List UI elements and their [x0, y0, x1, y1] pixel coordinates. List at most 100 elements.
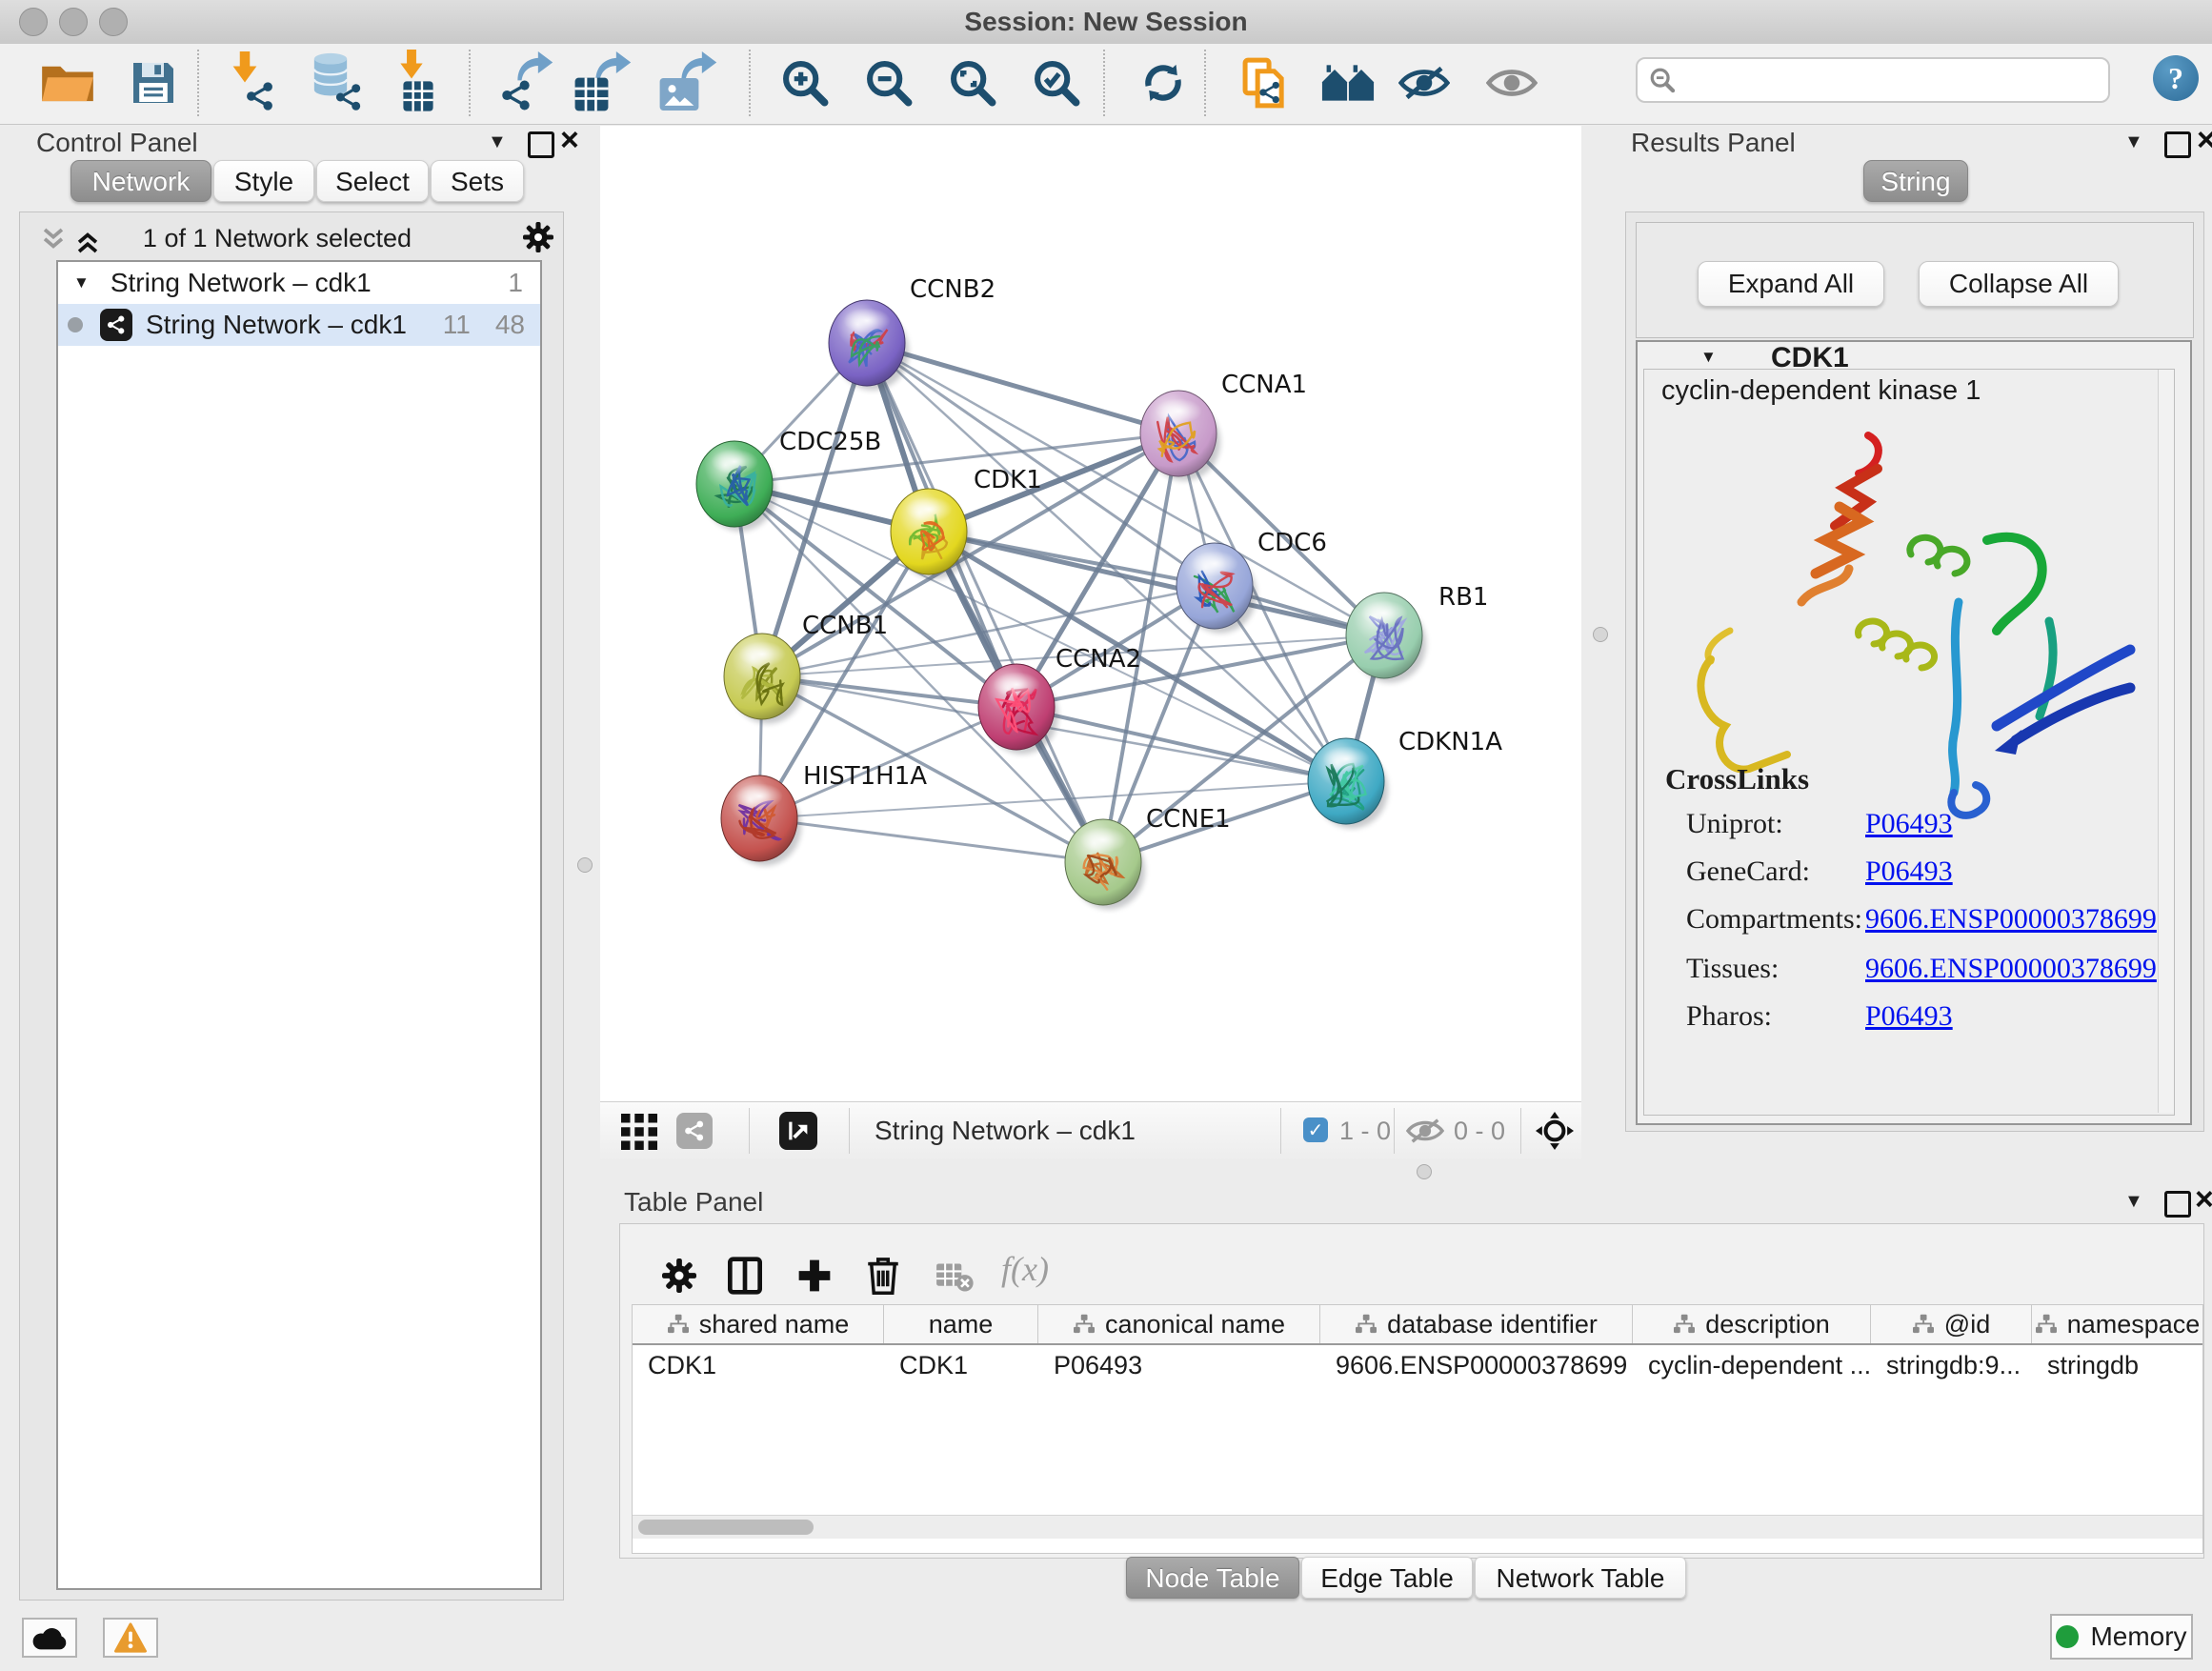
show-images-button[interactable]	[1478, 50, 1545, 116]
warnings-button[interactable]	[103, 1618, 158, 1658]
show-columns-icon[interactable]	[727, 1257, 763, 1299]
tab-select[interactable]: Select	[316, 160, 429, 202]
crosslink-uniprot-link[interactable]: P06493	[1865, 808, 1953, 840]
column-header[interactable]: canonical name	[1038, 1305, 1320, 1343]
import-table-file-button[interactable]	[385, 50, 452, 116]
network-row[interactable]: String Network – cdk1 11 48	[58, 304, 540, 346]
results-panel-menu-arrow-icon[interactable]: ▼	[2124, 131, 2143, 153]
table-panel-menu-arrow-icon[interactable]: ▼	[2124, 1191, 2143, 1213]
toolbar-search[interactable]	[1636, 57, 2110, 103]
hidden-eye-slash-icon[interactable]	[1406, 1117, 1444, 1149]
open-in-window-icon[interactable]	[779, 1112, 817, 1150]
right-splitter-handle[interactable]	[1593, 627, 1608, 642]
tab-node-table[interactable]: Node Table	[1126, 1557, 1299, 1599]
import-network-file-button[interactable]	[219, 50, 286, 116]
cell-database-identifier[interactable]: 9606.ENSP00000378699	[1320, 1345, 1633, 1381]
add-column-plus-icon[interactable]	[797, 1258, 832, 1298]
hide-labels-button[interactable]	[1391, 50, 1458, 116]
cell-name[interactable]: CDK1	[884, 1345, 1038, 1381]
table-panel-float-button[interactable]	[2164, 1191, 2191, 1218]
protein-card-scrollbar[interactable]	[2158, 370, 2174, 1113]
network-options-gear-icon[interactable]	[523, 222, 553, 257]
pan-crosshair-icon[interactable]	[1536, 1112, 1574, 1155]
cell-description[interactable]: cyclin-dependent ...	[1633, 1345, 1871, 1381]
export-network-button[interactable]	[493, 50, 560, 116]
table-row[interactable]: CDK1 CDK1 P06493 9606.ENSP00000378699 cy…	[633, 1345, 2202, 1381]
zoom-in-button[interactable]	[772, 50, 838, 116]
search-input[interactable]	[1676, 65, 2080, 96]
network-graph[interactable]: CCNB2CCNA1CDC25BCDK1CDC6RB1CCNB1CCNA2CDK…	[600, 126, 1581, 1101]
crosslink-tissues-link[interactable]: 9606.ENSP00000378699	[1865, 953, 2157, 985]
network-share-icon	[1257, 80, 1282, 110]
column-header[interactable]: shared name	[633, 1305, 884, 1343]
delete-column-trash-icon[interactable]	[866, 1255, 900, 1299]
tab-style[interactable]: Style	[213, 160, 314, 202]
scrollbar-thumb[interactable]	[638, 1520, 814, 1535]
results-panel-float-button[interactable]	[2164, 131, 2191, 158]
cell-id[interactable]: stringdb:9...	[1871, 1345, 2032, 1381]
zoom-out-button[interactable]	[855, 50, 922, 116]
crosslink-pharos-link[interactable]: P06493	[1865, 1000, 1953, 1033]
export-image-button[interactable]	[655, 50, 722, 116]
svg-text:CDK1: CDK1	[974, 466, 1042, 494]
window-title: Session: New Session	[0, 7, 2212, 37]
expand-all-chevron-icon[interactable]	[75, 226, 100, 255]
collapse-all-chevron-icon[interactable]	[41, 226, 66, 255]
column-header[interactable]: @id	[1871, 1305, 2032, 1343]
column-header[interactable]: database identifier	[1320, 1305, 1633, 1343]
question-mark-icon: ?	[2168, 61, 2183, 96]
crosslink-genecard-link[interactable]: P06493	[1865, 856, 1953, 888]
results-panel-close-button[interactable]: ×	[2197, 128, 2212, 152]
tab-edge-table[interactable]: Edge Table	[1301, 1557, 1473, 1599]
collapse-all-button[interactable]: Collapse All	[1919, 261, 2119, 307]
crosslink-compartments-link[interactable]: 9606.ENSP00000378699	[1865, 903, 2157, 936]
cell-canonical-name[interactable]: P06493	[1038, 1345, 1320, 1381]
control-panel-float-button[interactable]	[528, 131, 554, 158]
open-session-button[interactable]	[34, 50, 101, 116]
network-canvas[interactable]: CCNB2CCNA1CDC25BCDK1CDC6RB1CCNB1CCNA2CDK…	[600, 126, 1581, 1101]
apply-layout-button[interactable]	[1130, 50, 1196, 116]
table-horizontal-scrollbar[interactable]	[633, 1515, 2202, 1539]
tab-network[interactable]: Network	[70, 160, 211, 202]
tab-string[interactable]: String	[1863, 160, 1968, 202]
table-panel-close-button[interactable]: ×	[2195, 1187, 2212, 1212]
birdseye-grid-icon[interactable]	[621, 1114, 657, 1155]
network-type-icon	[100, 309, 132, 341]
zoom-fit-button[interactable]	[939, 50, 1006, 116]
string-home-button[interactable]	[1315, 50, 1381, 116]
control-panel-close-button[interactable]: ×	[560, 128, 579, 152]
column-header[interactable]: name	[884, 1305, 1038, 1343]
cell-shared-name[interactable]: CDK1	[633, 1345, 884, 1381]
network-share-toggle-icon[interactable]	[676, 1113, 713, 1149]
collection-expand-triangle-icon[interactable]: ▼	[73, 273, 90, 292]
column-header[interactable]: description	[1633, 1305, 1871, 1343]
protein-collapse-triangle-icon[interactable]: ▼	[1700, 348, 1717, 367]
cell-namespace[interactable]: stringdb	[2032, 1345, 2202, 1381]
control-panel-menu-arrow-icon[interactable]: ▼	[488, 131, 507, 153]
memory-button[interactable]: Memory	[2050, 1614, 2193, 1660]
expand-all-button[interactable]: Expand All	[1698, 261, 1884, 307]
duplicate-network-button[interactable]	[1233, 50, 1299, 116]
export-table-button[interactable]	[570, 50, 636, 116]
network-collection-row[interactable]: ▼ String Network – cdk1 1	[58, 262, 540, 304]
save-session-button[interactable]	[120, 50, 187, 116]
cloud-status-button[interactable]	[22, 1618, 77, 1658]
help-button[interactable]: ?	[2153, 55, 2199, 101]
zoom-selected-button[interactable]	[1023, 50, 1090, 116]
memory-status-dot-icon	[2056, 1625, 2079, 1648]
network-tab-content: 1 of 1 Network selected ▼ String Network…	[19, 211, 564, 1601]
tab-network-table[interactable]: Network Table	[1475, 1557, 1686, 1599]
tab-sets[interactable]: Sets	[431, 160, 524, 202]
hidden-counts: 0 - 0	[1454, 1117, 1505, 1146]
control-panel: Control Panel ▼ × Network Style Select S…	[11, 126, 570, 1602]
bottom-splitter-handle[interactable]	[1417, 1164, 1432, 1179]
table-panel-title: Table Panel	[624, 1187, 763, 1218]
node-table[interactable]: shared name name canonical name database…	[632, 1304, 2203, 1554]
selected-checkbox-icon[interactable]: ✓	[1303, 1117, 1328, 1142]
table-settings-gear-icon[interactable]	[662, 1258, 696, 1298]
column-header[interactable]: namespace	[2032, 1305, 2202, 1343]
left-splitter-handle[interactable]	[577, 857, 593, 873]
svg-text:HIST1H1A: HIST1H1A	[803, 762, 927, 791]
crosslink-label: GeneCard:	[1686, 856, 1810, 888]
import-network-database-button[interactable]	[303, 50, 370, 116]
